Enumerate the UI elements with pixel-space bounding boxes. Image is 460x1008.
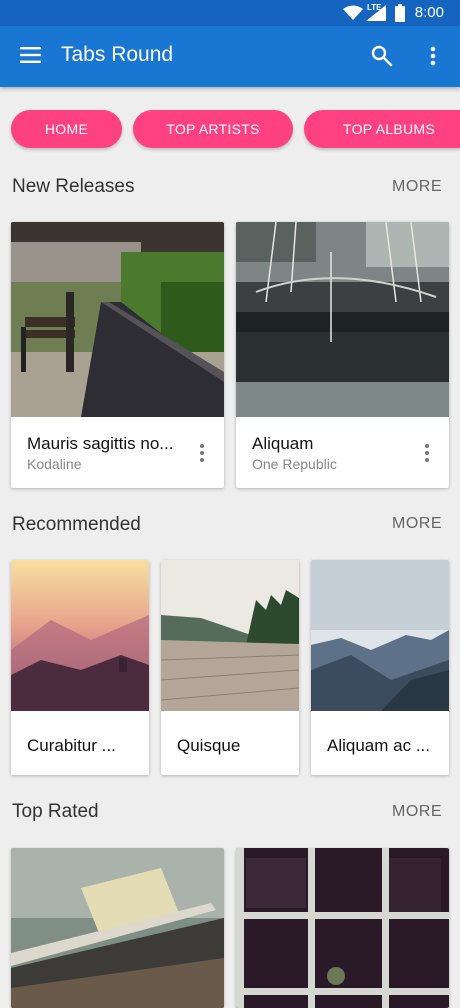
status-time: 8:00 — [414, 4, 444, 21]
album-card[interactable]: Mauris sagittis no... Kodaline — [11, 222, 224, 488]
menu-icon[interactable] — [20, 47, 41, 63]
more-button-top-rated[interactable]: MORE — [392, 803, 442, 821]
card-menu-icon[interactable] — [425, 444, 429, 465]
album-art-image — [11, 848, 224, 1008]
app-title: Tabs Round — [61, 43, 174, 66]
album-card[interactable]: Aliquam ac ... — [311, 560, 449, 775]
album-artist: Kodaline — [27, 456, 82, 472]
section-title-new-releases: New Releases — [12, 176, 135, 197]
album-title: Quisque — [177, 736, 241, 755]
album-card[interactable]: Curabitur ... — [11, 560, 149, 775]
album-title: Curabitur ... — [27, 736, 116, 755]
album-title: Aliquam ac ... — [327, 736, 430, 755]
status-bar: LTE 8:00 — [0, 0, 460, 26]
album-art-image — [236, 848, 449, 1008]
section-title-recommended: Recommended — [12, 514, 141, 535]
album-title: Mauris sagittis no... — [27, 434, 174, 453]
album-art-image — [11, 222, 224, 417]
more-button-recommended[interactable]: MORE — [392, 515, 442, 533]
album-card[interactable]: Aliquam One Republic — [236, 222, 449, 488]
more-vert-icon[interactable] — [430, 46, 436, 66]
album-card[interactable] — [236, 848, 449, 1008]
tab-top-artists[interactable]: TOP ARTISTS — [133, 110, 293, 148]
album-art-image — [236, 222, 449, 417]
wifi-icon — [343, 5, 363, 20]
album-title: Aliquam — [252, 434, 314, 453]
more-button-new-releases[interactable]: MORE — [392, 178, 442, 196]
album-art-image — [11, 560, 149, 711]
search-icon[interactable] — [371, 45, 393, 67]
section-title-top-rated: Top Rated — [12, 801, 99, 822]
tab-top-albums[interactable]: TOP ALBUMS — [304, 110, 460, 148]
album-art-image — [161, 560, 299, 711]
signal-icon — [366, 5, 386, 21]
app-bar: Tabs Round — [0, 26, 460, 87]
album-art-image — [311, 560, 449, 711]
tab-home[interactable]: HOME — [11, 110, 122, 148]
battery-icon — [395, 4, 405, 22]
album-card[interactable]: Quisque — [161, 560, 299, 775]
album-card[interactable] — [11, 848, 224, 1008]
card-menu-icon[interactable] — [200, 444, 204, 465]
album-artist: One Republic — [252, 456, 337, 472]
